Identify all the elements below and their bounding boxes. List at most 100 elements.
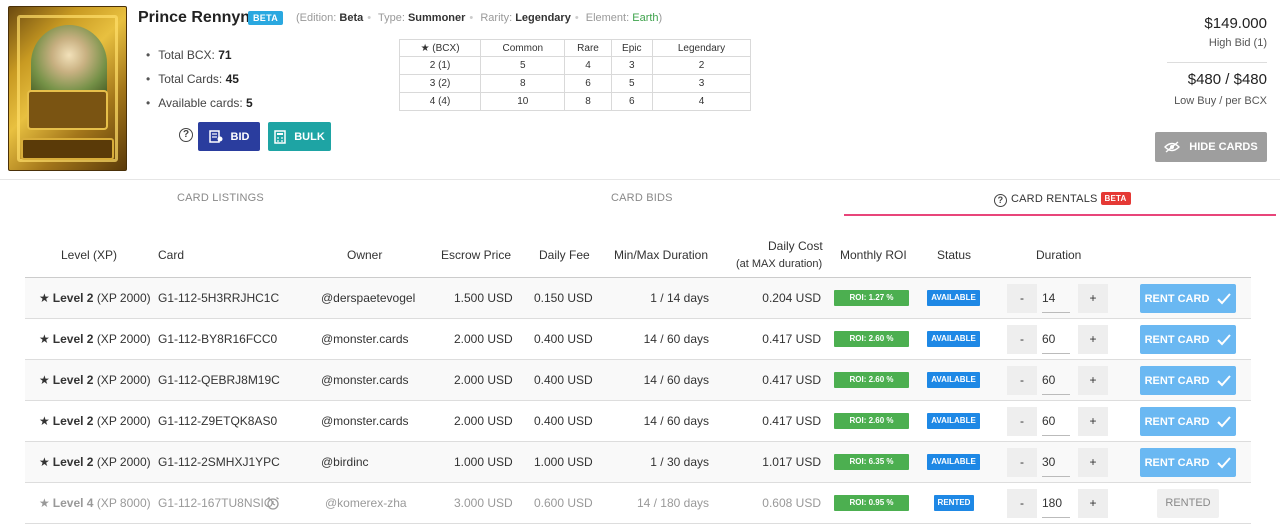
min-max-duration: 14 / 180 days: [636, 496, 709, 510]
min-max-duration: 14 / 60 days: [643, 414, 709, 428]
duration-input[interactable]: 30: [1042, 448, 1070, 477]
card-id[interactable]: G1-112-5H3RRJHC1C: [158, 278, 279, 318]
duration-increment-button[interactable]: +: [1078, 284, 1108, 313]
bid-icon: [208, 130, 223, 143]
edition-badge: BETA: [248, 11, 284, 25]
col-duration: Duration: [1036, 248, 1082, 262]
duration-decrement-button[interactable]: -: [1007, 489, 1037, 518]
duration-decrement-button[interactable]: -: [1007, 448, 1037, 477]
daily-cost: 0.417 USD: [762, 373, 821, 387]
duration-decrement-button[interactable]: -: [1007, 284, 1037, 313]
col-min-max-duration: Min/Max Duration: [614, 248, 709, 262]
tab-card-rentals[interactable]: ? CARD RENTALS BETA: [994, 192, 1131, 207]
duration-input[interactable]: 14: [1042, 284, 1070, 313]
duration-increment-button[interactable]: +: [1078, 366, 1108, 395]
min-max-duration: 1 / 30 days: [650, 455, 709, 469]
hide-cards-button[interactable]: HIDE CARDS: [1155, 132, 1267, 162]
roi-badge: ROI: 2.60 %: [834, 331, 909, 347]
card-id[interactable]: G1-112-167TU8NSIO: [158, 483, 273, 523]
rent-card-button[interactable]: RENT CARD: [1140, 284, 1236, 313]
duration-increment-button[interactable]: +: [1078, 489, 1108, 518]
help-icon[interactable]: ?: [179, 128, 193, 142]
card-id[interactable]: G1-112-Z9ETQK8AS0: [158, 401, 277, 441]
table-row: ★ Level 2 (XP 2000) G1-112-QEBRJ8M19C @mons…: [25, 360, 1251, 401]
duration-increment-button[interactable]: +: [1078, 448, 1108, 477]
col-escrow: Escrow Price: [441, 248, 512, 262]
col-daily-cost-sub: (at MAX duration): [736, 258, 823, 270]
duration-input[interactable]: 60: [1042, 407, 1070, 436]
level-cell: ★ Level 2 (XP 2000): [39, 401, 151, 441]
tabs-border: [0, 179, 1280, 180]
owner-link[interactable]: @birdinc: [321, 442, 369, 482]
stat-available-cards: Available cards: 5: [146, 96, 253, 120]
bid-button[interactable]: BID: [198, 122, 260, 151]
daily-fee: 0.150 USD: [534, 291, 593, 305]
rent-card-button[interactable]: RENT CARD: [1140, 407, 1236, 436]
element-value: Earth: [632, 12, 659, 24]
bulk-button[interactable]: BULK: [268, 122, 331, 151]
duration-decrement-button[interactable]: -: [1007, 325, 1037, 354]
rented-button: RENTED: [1157, 489, 1219, 518]
beta-badge: BETA: [1100, 192, 1131, 205]
daily-cost: 0.417 USD: [762, 332, 821, 346]
roi-badge: ROI: 6.35 %: [834, 454, 909, 470]
table-row: ★ Level 2 (XP 2000) G1-112-5H3RRJHC1C @ders…: [25, 278, 1251, 319]
check-icon: [1217, 292, 1232, 304]
escrow-price: 1.000 USD: [454, 455, 513, 469]
daily-cost: 1.017 USD: [762, 455, 821, 469]
bcx-row: 2 (1) 5 4 3 2: [398, 56, 751, 75]
bcx-row: 4 (4) 10 8 6 4: [398, 92, 751, 111]
rent-card-button[interactable]: RENT CARD: [1140, 448, 1236, 477]
help-icon: ?: [994, 194, 1007, 207]
col-level: Level (XP): [61, 248, 118, 262]
status-badge: AVAILABLE: [927, 413, 980, 429]
col-status: Status: [937, 248, 972, 262]
rent-card-button[interactable]: RENT CARD: [1140, 325, 1236, 354]
card-stats: Total BCX: 71 Total Cards: 45 Available …: [146, 48, 253, 120]
status-badge: AVAILABLE: [927, 372, 980, 388]
escrow-price: 3.000 USD: [454, 496, 513, 510]
escrow-price: 2.000 USD: [454, 414, 513, 428]
duration-input[interactable]: 60: [1042, 325, 1070, 354]
owner-link[interactable]: @komerex-zha: [325, 483, 407, 523]
card-id[interactable]: G1-112-QEBRJ8M19C: [158, 360, 280, 400]
roi-badge: ROI: 2.60 %: [834, 413, 909, 429]
duration-decrement-button[interactable]: -: [1007, 407, 1037, 436]
high-bid-label: High Bid (1): [1208, 37, 1267, 49]
table-row: ★ Level 4 (XP 8000) G1-112-167TU8NSIO @kome…: [25, 483, 1251, 524]
duration-input[interactable]: 60: [1042, 366, 1070, 395]
col-card: Card: [158, 248, 185, 262]
duration-decrement-button[interactable]: -: [1007, 366, 1037, 395]
low-buy-price: $480 / $480: [1187, 71, 1267, 88]
status-badge: AVAILABLE: [927, 331, 980, 347]
card-id[interactable]: G1-112-BY8R16FCC0: [158, 319, 277, 359]
owner-link[interactable]: @monster.cards: [321, 319, 409, 359]
type-value: Summoner: [407, 12, 466, 24]
duration-increment-button[interactable]: +: [1078, 325, 1108, 354]
daily-cost: 0.608 USD: [762, 496, 821, 510]
owner-link[interactable]: @derspaetevogel: [321, 278, 415, 318]
level-cell: ★ Level 2 (XP 2000): [39, 319, 151, 359]
bcx-row: 3 (2) 8 6 5 3: [398, 74, 751, 93]
col-monthly-roi: Monthly ROI: [840, 248, 907, 262]
owner-link[interactable]: @monster.cards: [321, 360, 409, 400]
rent-card-button[interactable]: RENT CARD: [1140, 366, 1236, 395]
rentals-table-header: Level (XP) Card Owner Escrow Price Daily…: [25, 236, 1251, 278]
rarity-value: Legendary: [515, 12, 571, 24]
bcx-header-rare: Rare: [564, 39, 612, 57]
roi-badge: ROI: 0.95 %: [834, 495, 909, 511]
price-divider: [1167, 62, 1267, 63]
owner-link[interactable]: @monster.cards: [321, 401, 409, 441]
tab-card-listings[interactable]: CARD LISTINGS: [177, 192, 264, 204]
tab-card-bids[interactable]: CARD BIDS: [611, 192, 673, 204]
daily-cost: 0.417 USD: [762, 414, 821, 428]
table-row: ★ Level 2 (XP 2000) G1-112-BY8R16FCC0 @mons…: [25, 319, 1251, 360]
status-badge: AVAILABLE: [927, 290, 980, 306]
card-id[interactable]: G1-112-2SMHXJ1YPC: [158, 442, 280, 482]
escrow-price: 2.000 USD: [454, 332, 513, 346]
duration-input[interactable]: 180: [1042, 489, 1070, 518]
duration-increment-button[interactable]: +: [1078, 407, 1108, 436]
status-badge: RENTED: [934, 495, 974, 511]
roi-badge: ROI: 1.27 %: [834, 290, 909, 306]
tab-card-rentals-label: CARD RENTALS: [1011, 193, 1098, 205]
